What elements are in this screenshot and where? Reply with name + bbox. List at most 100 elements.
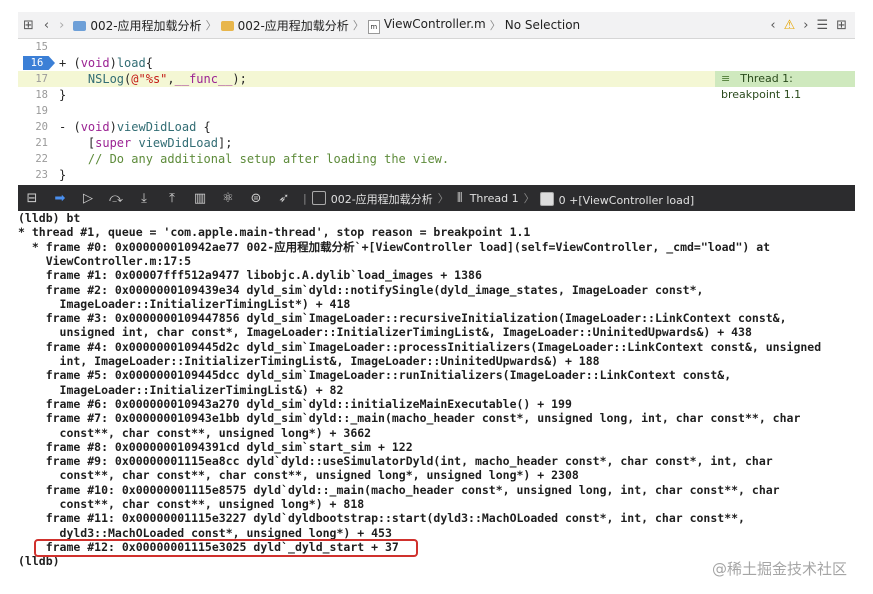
code-text-segment: - ( bbox=[59, 120, 81, 134]
code-text-segment: { bbox=[145, 56, 153, 70]
debug-console[interactable]: (lldb) bt * thread #1, queue = 'com.appl… bbox=[18, 211, 855, 578]
console-line: frame #3: 0x0000000109447856 dyld_sim`Im… bbox=[18, 311, 787, 326]
location-icon[interactable]: ➶ bbox=[274, 191, 294, 206]
warning-icon[interactable]: ⚠ bbox=[784, 18, 796, 33]
code-text-segment: ); bbox=[232, 72, 247, 86]
add-editor-icon[interactable]: ⊞ bbox=[836, 18, 847, 33]
console-line: * frame #0: 0x000000010942ae77 002-应用程加载… bbox=[18, 239, 771, 254]
previous-issue-icon[interactable]: ‹ bbox=[770, 18, 775, 33]
console-line: frame #7: 0x000000010943e1bb dyld_sim`dy… bbox=[18, 411, 801, 426]
line-number: 21 bbox=[35, 137, 48, 149]
console-line: unsigned int, char const*, ImageLoader::… bbox=[18, 325, 752, 340]
code-text: [super viewDidLoad]; bbox=[59, 135, 233, 151]
debug-thread[interactable]: ⦀ Thread 1 bbox=[454, 191, 519, 206]
function-call: NSLog bbox=[87, 72, 125, 86]
code-line: 18 } bbox=[18, 87, 855, 103]
line-number: 23 bbox=[35, 169, 48, 181]
environment-overrides-icon[interactable]: ⊜ bbox=[246, 191, 266, 206]
editor-options-icon[interactable]: ☰ bbox=[816, 18, 828, 33]
step-into-icon[interactable]: ⤓ bbox=[134, 191, 154, 206]
code-line: 20 - (void)viewDidLoad { bbox=[18, 119, 855, 135]
step-out-icon[interactable]: ⤒ bbox=[162, 191, 182, 206]
continue-icon[interactable]: ▷ bbox=[78, 191, 98, 206]
line-number: 15 bbox=[35, 41, 48, 53]
thread-icon: ⦀ bbox=[456, 190, 463, 206]
code-text: - (void)viewDidLoad { bbox=[59, 119, 211, 135]
keyword: super bbox=[95, 136, 132, 150]
code-line: 16 + (void)load{ bbox=[18, 55, 855, 71]
code-text-segment: [ bbox=[59, 136, 96, 150]
divider: | bbox=[303, 191, 307, 205]
code-editor[interactable]: 15 16 + (void)load{ 17 NSLog(@"%s",__fun… bbox=[18, 39, 855, 185]
next-issue-icon[interactable]: › bbox=[803, 18, 808, 33]
watermark: @稀土掘金技术社区 bbox=[711, 559, 847, 578]
highlight-box bbox=[34, 539, 418, 557]
equals-icon: ≡ bbox=[721, 72, 731, 85]
code-text: + (void)load{ bbox=[59, 55, 153, 71]
code-text-segment: + ( bbox=[59, 56, 81, 70]
debug-frame[interactable]: 0 +[ViewController load] bbox=[539, 190, 694, 207]
view-debugger-icon[interactable]: ▥ bbox=[190, 191, 210, 206]
jump-bar-right-controls: ‹ ⚠ › ☰ ⊞ bbox=[770, 12, 847, 38]
step-over-icon[interactable]: ⤼ bbox=[106, 191, 126, 206]
breadcrumb-group[interactable]: 002-应用程加载分析 bbox=[220, 17, 349, 34]
console-line: frame #1: 0x00007fff512a9477 libobjc.A.d… bbox=[18, 268, 482, 283]
code-line: 15 bbox=[18, 39, 855, 55]
memory-graph-icon[interactable]: ⚛ bbox=[218, 191, 238, 206]
console-line: * thread #1, queue = 'com.apple.main-thr… bbox=[18, 225, 531, 240]
console-line: frame #4: 0x0000000109445d2c dyld_sim`Im… bbox=[18, 339, 822, 354]
keyword: __func__ bbox=[174, 72, 233, 86]
code-line-highlighted: 17 NSLog(@"%s",__func__); ≡ Thread 1: bre… bbox=[18, 71, 855, 101]
chevron-right-icon: 〉 bbox=[489, 19, 501, 32]
debug-bar: ⊟ ➡ ▷ ⤼ ⤓ ⤒ ▥ ⚛ ⊜ ➶ | 002-应用程加载分析 〉 ⦀ Thr… bbox=[18, 185, 855, 211]
debug-target[interactable]: 002-应用程加载分析 bbox=[311, 189, 433, 207]
forward-arrow-icon[interactable]: › bbox=[59, 18, 64, 33]
console-line: dyld3::MachOLoaded const*, unsigned long… bbox=[18, 525, 392, 540]
console-line: ImageLoader::InitializerTimingList*) + 4… bbox=[18, 296, 351, 311]
console-line: (lldb) bt bbox=[18, 211, 81, 225]
method-name: load bbox=[116, 56, 146, 70]
code-text-segment: ]; bbox=[217, 136, 233, 150]
line-number: 22 bbox=[35, 153, 48, 165]
code-text: } bbox=[59, 168, 67, 182]
breadcrumb-file[interactable]: m ViewController.m bbox=[367, 17, 486, 34]
console-line: const**, char const**, char const**, uns… bbox=[18, 468, 579, 483]
user-frame-icon bbox=[539, 191, 554, 206]
console-line: frame #11: 0x00000001115e3227 dyld`dyldb… bbox=[18, 511, 745, 526]
breadcrumb-symbol[interactable]: No Selection bbox=[505, 18, 580, 32]
console-line: ViewController.m:17:5 bbox=[18, 253, 192, 268]
line-number: 17 bbox=[35, 73, 48, 85]
line-number: 19 bbox=[35, 105, 48, 117]
related-items-icon[interactable]: ⊞ bbox=[23, 18, 34, 33]
console-line: frame #8: 0x00000001094391cd dyld_sim`st… bbox=[18, 439, 413, 454]
console-line: const**, char const**, unsigned long*) +… bbox=[18, 425, 372, 440]
chevron-right-icon: 〉 bbox=[205, 19, 217, 32]
chevron-right-icon: 〉 bbox=[523, 192, 535, 205]
console-line: frame #9: 0x00000001115ea8cc dyld`dyld::… bbox=[18, 454, 773, 469]
keyword: void bbox=[80, 56, 110, 70]
console-line: int, ImageLoader::InitializerTimingList&… bbox=[18, 354, 600, 368]
chevron-right-icon: 〉 bbox=[437, 192, 449, 205]
method-name: viewDidLoad bbox=[116, 120, 197, 134]
breakpoints-toggle-icon[interactable]: ➡ bbox=[50, 191, 70, 206]
breadcrumb-project[interactable]: 002-应用程加载分析 bbox=[73, 17, 202, 34]
code-line: 23 } bbox=[18, 167, 855, 183]
code-text-segment: ) bbox=[109, 56, 117, 70]
chevron-right-icon: 〉 bbox=[352, 19, 364, 32]
code-line: 19 bbox=[18, 103, 855, 119]
hide-debug-area-icon[interactable]: ⊟ bbox=[22, 191, 42, 206]
line-number: 20 bbox=[35, 121, 48, 133]
breakpoint-marker[interactable]: 16 bbox=[23, 56, 55, 70]
keyword: void bbox=[80, 120, 110, 134]
console-line: frame #2: 0x0000000109439e34 dyld_sim`dy… bbox=[18, 282, 704, 297]
console-line: frame #5: 0x0000000109445dcc dyld_sim`Im… bbox=[18, 368, 732, 383]
app-icon bbox=[311, 191, 326, 205]
back-arrow-icon[interactable]: ‹ bbox=[44, 18, 49, 33]
code-comment: // Do any additional setup after loading… bbox=[59, 152, 450, 166]
string-literal: @"%s" bbox=[131, 72, 168, 86]
console-line: ImageLoader::InitializerTimingList&) + 8… bbox=[18, 382, 344, 397]
thread-breakpoint-badge[interactable]: ≡ Thread 1: breakpoint 1.1 bbox=[715, 71, 855, 101]
code-line: 22 // Do any additional setup after load… bbox=[18, 151, 855, 167]
code-line: 21 [super viewDidLoad]; bbox=[18, 135, 855, 151]
line-number: 18 bbox=[35, 89, 48, 101]
